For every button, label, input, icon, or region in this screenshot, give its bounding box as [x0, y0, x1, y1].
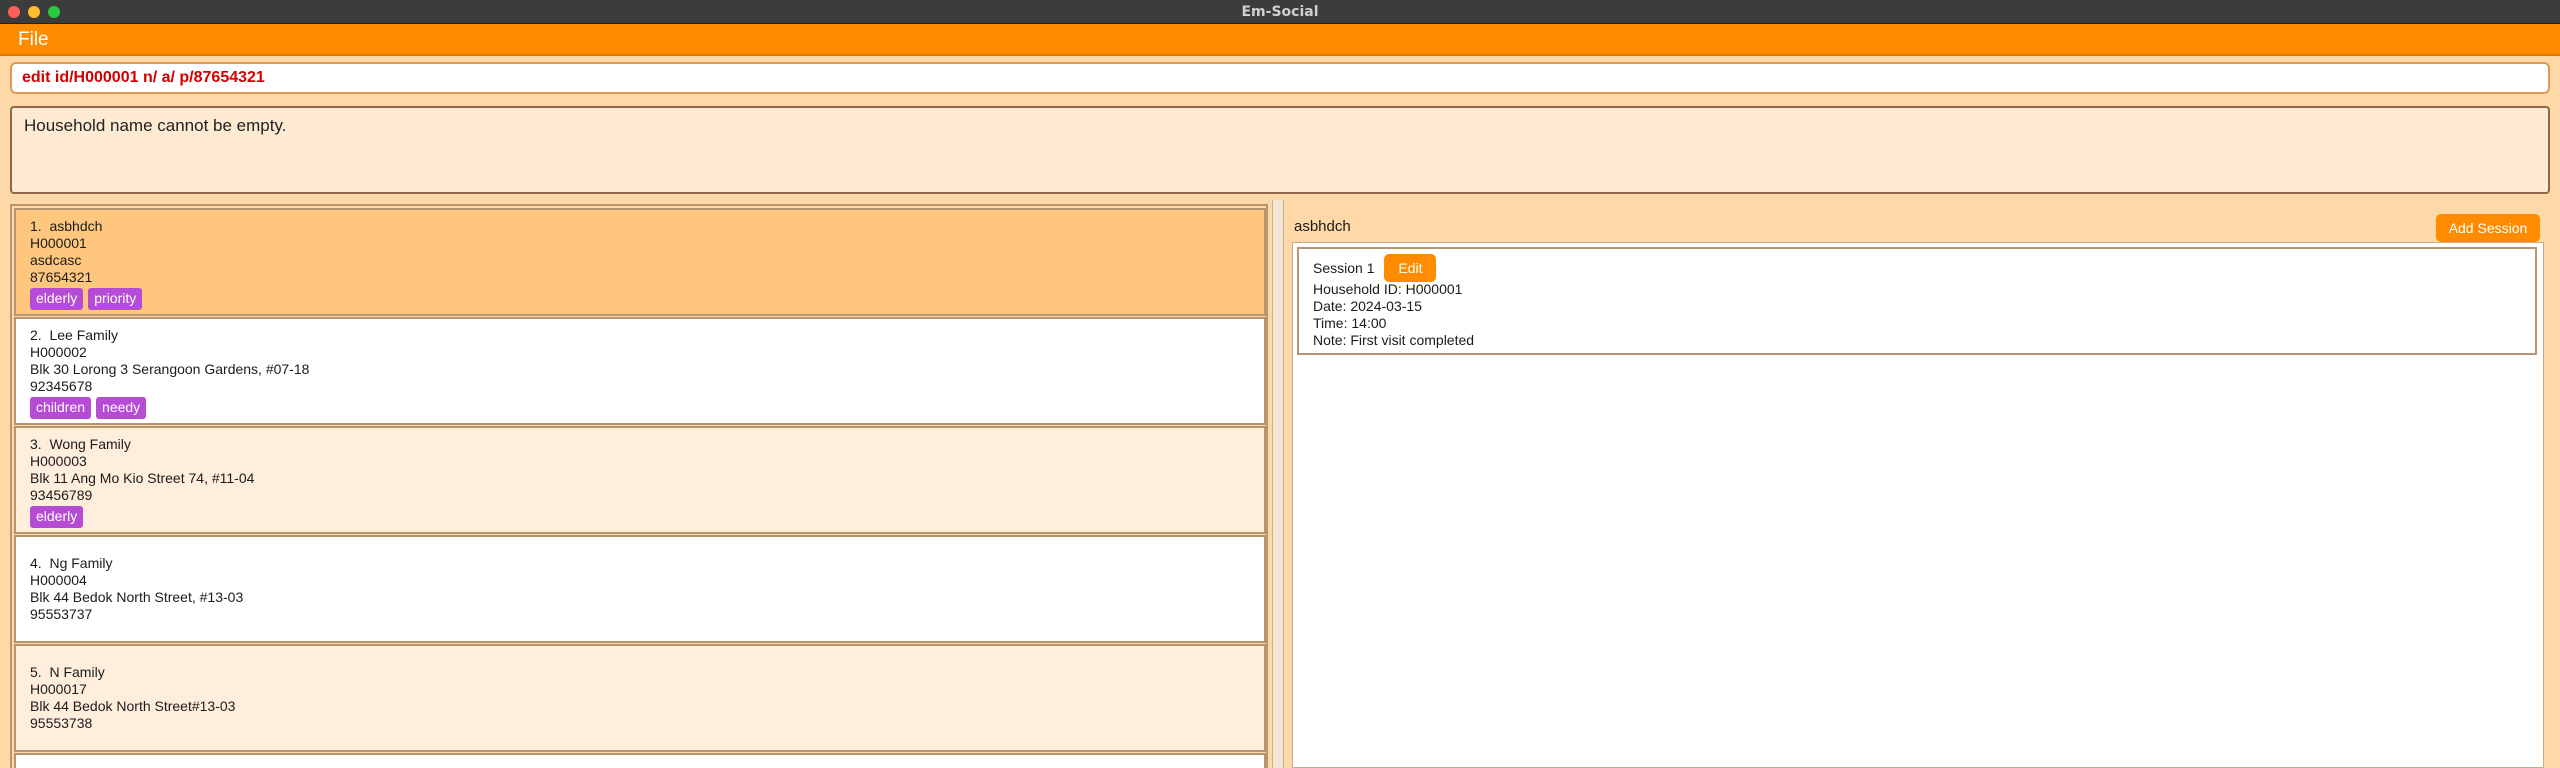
household-detail-panel: asbhdch Add Session Session 1 Edit House… — [1284, 204, 2554, 768]
household-id: H000004 — [30, 572, 87, 588]
household-index: 3. — [30, 436, 42, 452]
window-title: Em-Social — [1241, 4, 1319, 20]
household-card[interactable]: 3. Wong Family H000003 Blk 11 Ang Mo Kio… — [14, 426, 1266, 534]
tag: elderly — [30, 288, 84, 310]
panel-splitter[interactable] — [1272, 200, 1284, 768]
session-list[interactable]: Session 1 Edit Household ID: H000001 Dat… — [1292, 242, 2544, 768]
household-name: Ng Family — [49, 555, 113, 571]
household-card[interactable]: 4. Ng Family H000004 Blk 44 Bedok North … — [14, 535, 1266, 643]
household-index: 4. — [30, 555, 42, 571]
household-name: asbhdch — [49, 218, 103, 234]
menu-bar: File — [0, 24, 2560, 56]
household-name: Wong Family — [49, 436, 131, 452]
tag-list: elderly priority — [30, 288, 1250, 310]
household-phone: 95553738 — [30, 715, 93, 731]
household-id: H000003 — [30, 453, 87, 469]
household-phone: 95553737 — [30, 606, 93, 622]
session-title: Session 1 — [1313, 259, 1375, 276]
tag-list: children needy — [30, 397, 1250, 419]
household-card[interactable] — [14, 753, 1266, 768]
tag: needy — [96, 397, 147, 419]
household-phone: 92345678 — [30, 378, 93, 394]
tag: priority — [88, 288, 143, 310]
household-index: 1. — [30, 218, 42, 234]
command-input[interactable]: edit id/H000001 n/ a/ p/87654321 — [10, 62, 2550, 94]
household-index: 2. — [30, 327, 42, 343]
household-title: 2. Lee Family — [30, 327, 1250, 344]
household-id: H000001 — [30, 235, 87, 251]
household-title: 4. Ng Family — [30, 555, 1250, 572]
household-card[interactable]: 2. Lee Family H000002 Blk 30 Lorong 3 Se… — [14, 317, 1266, 425]
household-card[interactable]: 1. asbhdch H000001 asdcasc 87654321 elde… — [14, 208, 1266, 316]
tag: children — [30, 397, 92, 419]
session-time: Time: 14:00 — [1313, 315, 1387, 331]
household-name: Lee Family — [49, 327, 118, 343]
result-message: Household name cannot be empty. — [24, 116, 287, 135]
household-address: Blk 44 Bedok North Street, #13-03 — [30, 589, 244, 605]
household-index: 5. — [30, 664, 42, 680]
household-list-panel[interactable]: 1. asbhdch H000001 asdcasc 87654321 elde… — [10, 204, 1268, 768]
household-address: Blk 44 Bedok North Street#13-03 — [30, 698, 236, 714]
household-address: asdcasc — [30, 252, 82, 268]
household-id: H000017 — [30, 681, 87, 697]
session-note: Note: First visit completed — [1313, 332, 1475, 348]
tag-list: elderly — [30, 506, 1250, 528]
household-phone: 93456789 — [30, 487, 93, 503]
household-card[interactable]: 5. N Family H000017 Blk 44 Bedok North S… — [14, 644, 1266, 752]
household-title: 1. asbhdch — [30, 218, 1250, 235]
household-address: Blk 30 Lorong 3 Serangoon Gardens, #07-1… — [30, 361, 310, 377]
selected-household-name: asbhdch — [1294, 218, 1351, 235]
household-id: H000002 — [30, 344, 87, 360]
tag: elderly — [30, 506, 84, 528]
edit-session-button[interactable]: Edit — [1384, 254, 1437, 282]
title-bar: Em-Social — [0, 0, 2560, 24]
menu-file[interactable]: File — [18, 29, 49, 51]
add-session-button[interactable]: Add Session — [2436, 214, 2540, 242]
session-header: Session 1 Edit — [1313, 254, 2521, 282]
household-address: Blk 11 Ang Mo Kio Street 74, #11-04 — [30, 470, 255, 486]
household-phone: 87654321 — [30, 269, 93, 285]
household-title: 3. Wong Family — [30, 436, 1250, 453]
household-title: 5. N Family — [30, 664, 1250, 681]
session-card[interactable]: Session 1 Edit Household ID: H000001 Dat… — [1297, 247, 2537, 355]
household-name: N Family — [49, 664, 105, 680]
session-date: Date: 2024-03-15 — [1313, 298, 1422, 314]
result-display: Household name cannot be empty. — [10, 106, 2550, 194]
session-household-id: Household ID: H000001 — [1313, 281, 1463, 297]
